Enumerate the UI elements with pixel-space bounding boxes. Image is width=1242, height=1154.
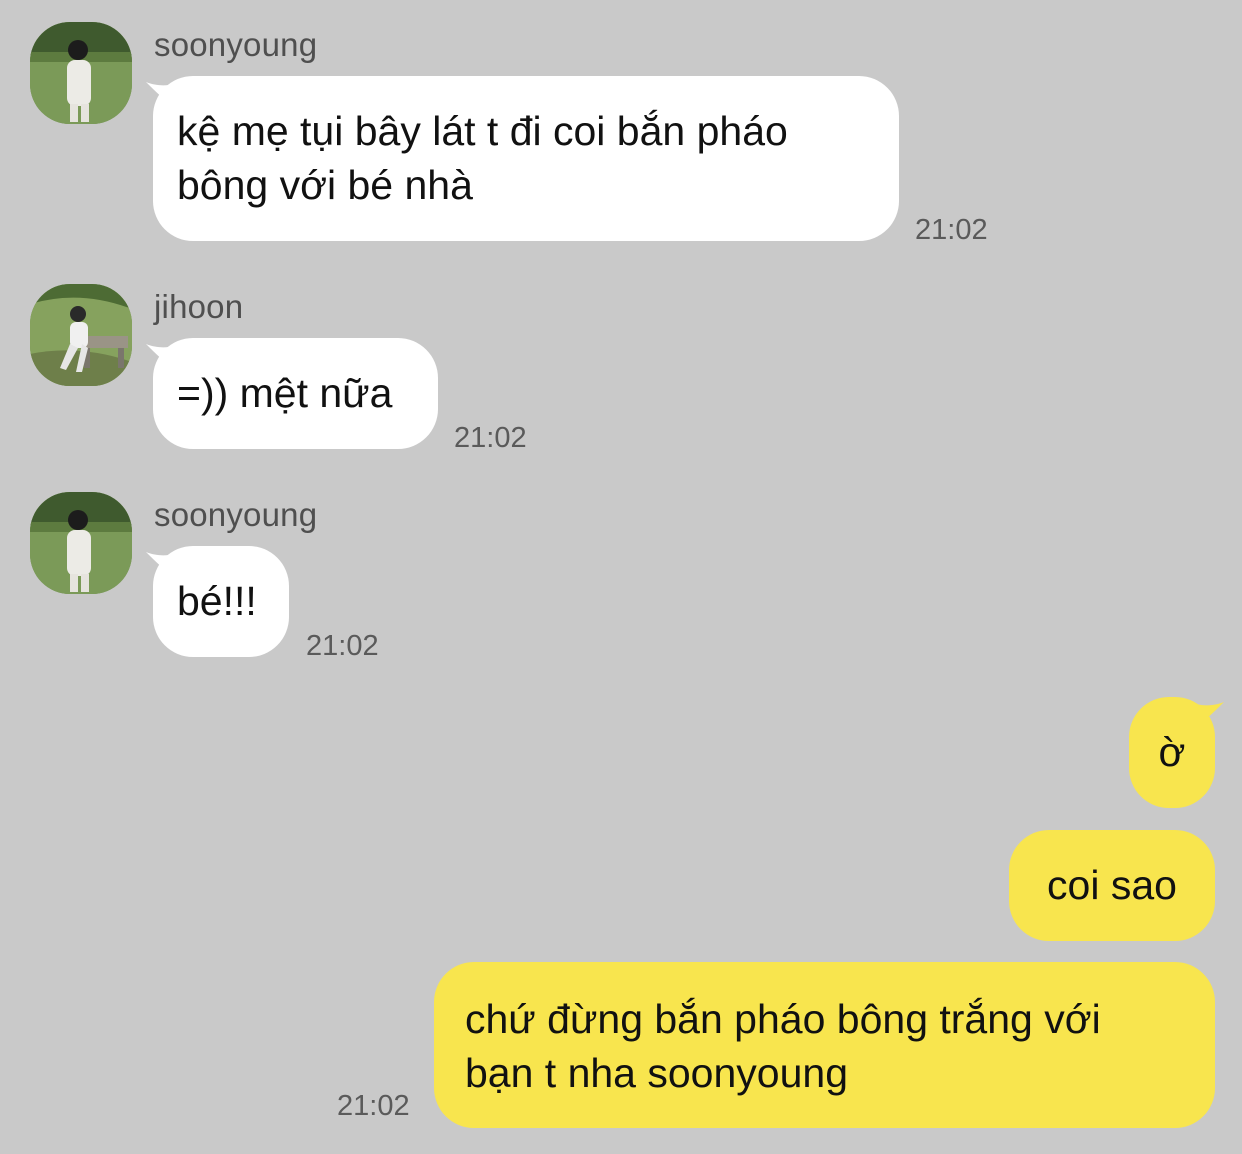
- message-text-line: bạn t nha soonyoung: [465, 1050, 848, 1096]
- message-bubble[interactable]: ờ: [1129, 697, 1215, 808]
- message-bubble[interactable]: =)) mệt nữa: [153, 338, 438, 449]
- avatar-photo-icon: [30, 22, 132, 124]
- message-timestamp: 21:02: [915, 214, 988, 246]
- message-text-line: coi sao: [1047, 862, 1177, 908]
- message-bubble[interactable]: bé!!!: [153, 546, 289, 657]
- message-bubble[interactable]: kệ mẹ tụi bây lát t đi coi bắn pháo bông…: [153, 76, 899, 241]
- message-text-line: chứ đừng bắn pháo bông trắng với: [465, 996, 1101, 1042]
- sender-name: jihoon: [154, 288, 244, 325]
- avatar-photo-icon: [30, 284, 132, 386]
- sender-name: soonyoung: [154, 26, 318, 63]
- message-bubble[interactable]: coi sao: [1009, 830, 1215, 941]
- avatar-photo-icon: [30, 492, 132, 594]
- message-timestamp: 21:02: [306, 630, 379, 662]
- message-text-line: ờ: [1158, 729, 1186, 775]
- avatar[interactable]: [30, 22, 132, 124]
- chat-screen: { "colors": { "background": "#c9c9c9", "…: [0, 0, 1242, 1154]
- message-timestamp: 21:02: [337, 1090, 410, 1122]
- avatar[interactable]: [30, 284, 132, 386]
- sender-name: soonyoung: [154, 496, 318, 533]
- message-text-line: kệ mẹ tụi bây lát t đi coi bắn pháo: [177, 108, 788, 154]
- message-text-line: bé!!!: [177, 578, 257, 624]
- message-text-line: =)) mệt nữa: [177, 370, 393, 416]
- avatar[interactable]: [30, 492, 132, 594]
- message-bubble[interactable]: chứ đừng bắn pháo bông trắng với bạn t n…: [434, 962, 1215, 1128]
- message-text-line: bông với bé nhà: [177, 162, 473, 208]
- message-timestamp: 21:02: [454, 422, 527, 454]
